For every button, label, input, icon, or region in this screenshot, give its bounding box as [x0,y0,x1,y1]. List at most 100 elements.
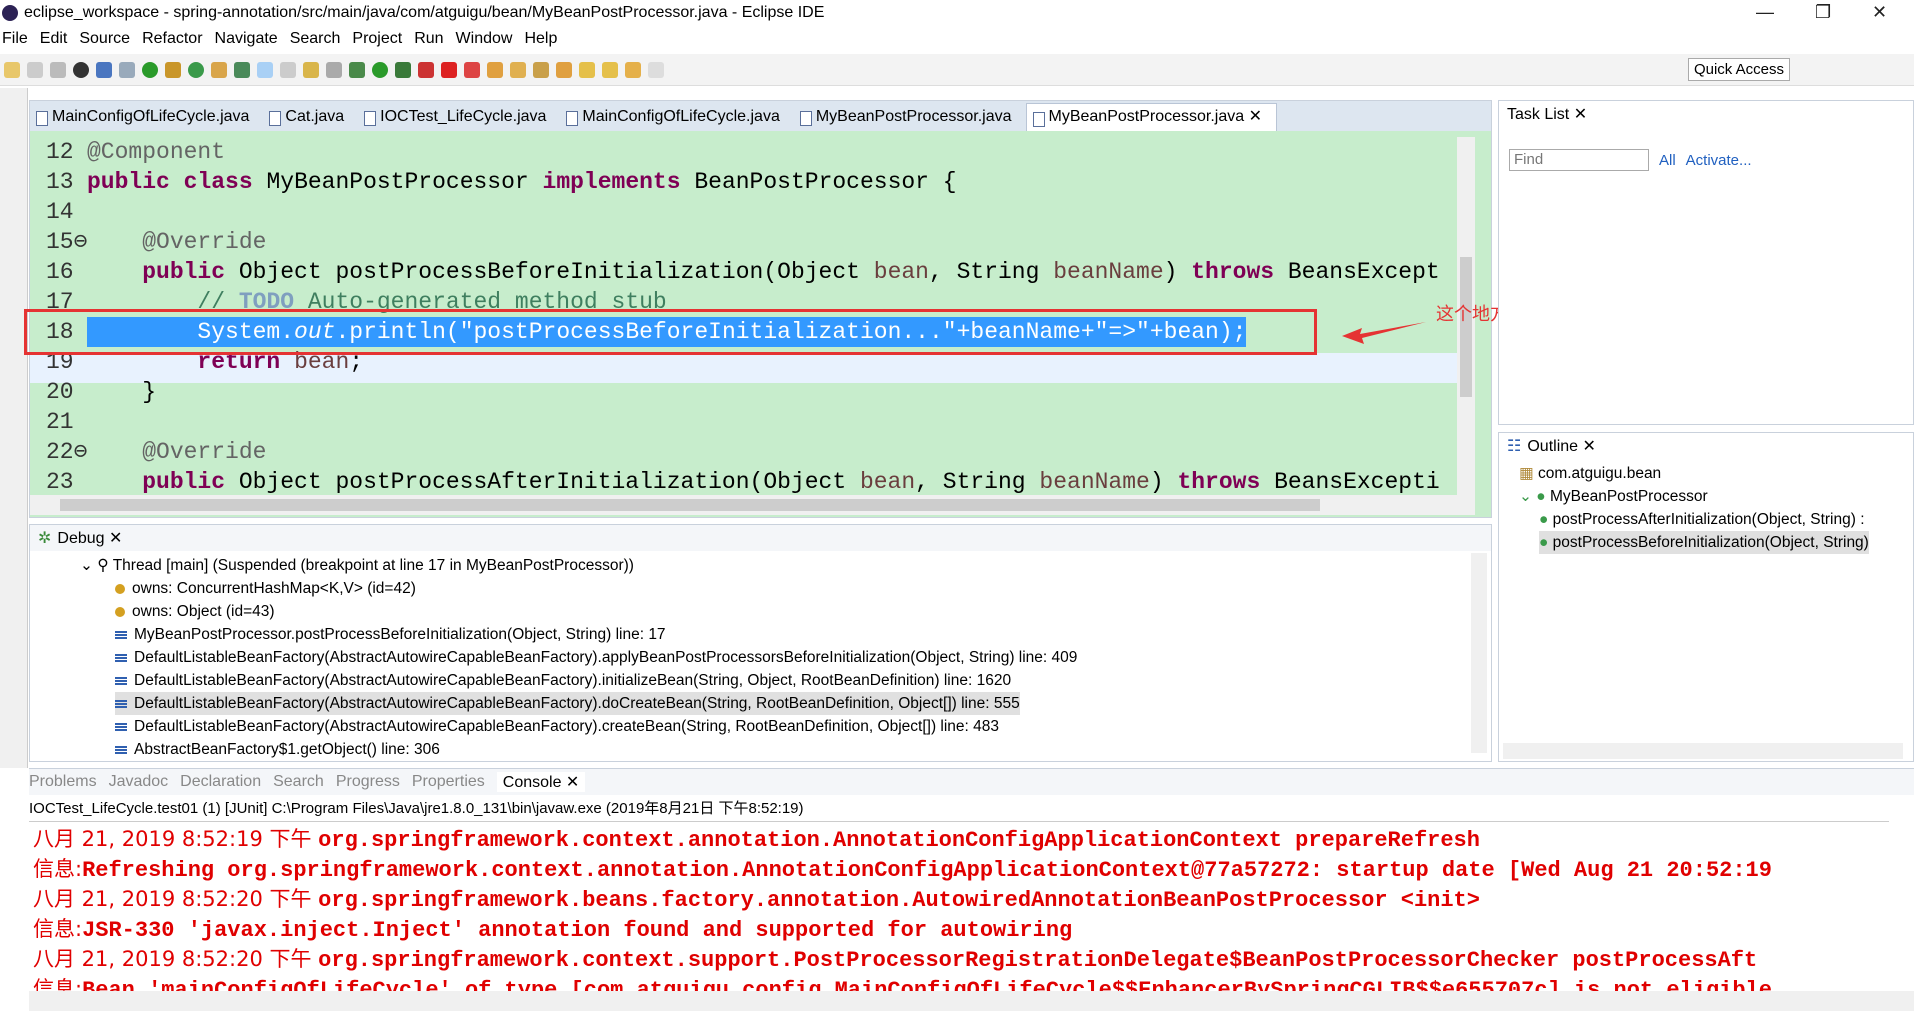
code-line[interactable]: 21 [30,407,1457,437]
quick-access-input[interactable]: Quick Access [1687,58,1790,81]
line-number[interactable]: 16 [46,257,86,287]
line-number[interactable]: 22⊖ [46,437,87,467]
outline-scrollbar[interactable] [1503,743,1903,759]
open-type-icon[interactable] [211,61,227,78]
code-text[interactable]: @Component [87,137,225,167]
code-text[interactable]: public Object postProcessAfterInitializa… [87,467,1439,497]
next-annotation-icon[interactable] [579,61,595,78]
tab-problems[interactable]: Problems [29,773,97,791]
tab-javadoc[interactable]: Javadoc [109,773,169,791]
code-text[interactable]: @Override [87,437,266,467]
editor-horizontal-scrollbar[interactable] [30,495,1475,515]
tab-ioctest[interactable]: IOCTest_LifeCycle.java [358,103,560,131]
debug-tab[interactable]: Debug ✕ [57,528,122,548]
menu-refactor[interactable]: Refactor [142,30,202,48]
tab-mainconfig[interactable]: MainConfigOfLifeCycle.java [30,103,263,131]
annotation-icon[interactable] [303,61,319,78]
menu-source[interactable]: Source [79,30,130,48]
pen-icon[interactable] [533,61,549,78]
debug-icon[interactable] [349,61,365,78]
save-icon[interactable] [27,61,43,78]
open-folder-icon[interactable] [487,61,503,78]
task-activate-link[interactable]: Activate... [1686,152,1752,169]
console-line[interactable]: 信息:JSR-330 'javax.inject.Inject' annotat… [33,914,1072,944]
line-number[interactable]: 13 [46,167,86,197]
menu-navigate[interactable]: Navigate [215,30,278,48]
save-all-icon[interactable] [50,61,66,78]
mark-occurrences-icon[interactable] [257,61,273,78]
task-list-tab[interactable]: Task List ✕ [1507,104,1587,124]
line-number[interactable]: 23 [46,467,86,497]
open-task-icon[interactable] [556,61,572,78]
tab-declaration[interactable]: Declaration [180,773,261,791]
new-icon[interactable] [4,61,20,78]
terminal-icon[interactable] [96,61,112,78]
task-all-link[interactable]: All [1659,152,1676,169]
debug-tree-item[interactable]: owns: Object (id=43) [115,600,275,623]
whitespace-icon[interactable] [326,61,342,78]
folder-icon[interactable] [510,61,526,78]
minimized-views-strip[interactable] [0,88,28,768]
skip-breakpoints-icon[interactable] [119,61,135,78]
menu-file[interactable]: File [2,30,28,48]
tab-mybeanpostprocessor[interactable]: MyBeanPostProcessor.java [794,103,1026,131]
menu-run[interactable]: Run [414,30,443,48]
search-icon[interactable] [234,61,250,78]
console-line[interactable]: 八月 21, 2019 8:52:20 下午 org.springframewo… [33,944,1757,974]
code-line[interactable]: 12 @Component [30,137,1457,167]
code-text[interactable]: public Object postProcessBeforeInitializ… [87,257,1440,287]
coverage-icon[interactable] [395,61,411,78]
refresh-icon[interactable] [188,61,204,78]
debug-tree-item[interactable]: owns: ConcurrentHashMap<K,V> (id=42) [115,577,416,600]
code-line[interactable]: 15⊖ @Override [30,227,1457,257]
expand-chevron-icon[interactable]: ⌄ [80,557,97,574]
debug-tree-item[interactable]: DefaultListableBeanFactory(AbstractAutow… [115,692,1020,715]
line-number[interactable]: 12 [46,137,86,167]
outline-item[interactable]: ● postProcessBeforeInitialization(Object… [1539,531,1869,554]
menu-window[interactable]: Window [456,30,513,48]
tab-console[interactable]: Console ✕ [496,772,586,792]
outline-item[interactable]: ▦ com.atguigu.bean [1519,462,1661,485]
line-number[interactable]: 21 [46,407,86,437]
code-line[interactable]: 23 public Object postProcessAfterInitial… [30,467,1457,497]
stop-icon[interactable] [441,61,457,78]
minimize-button[interactable]: — [1756,2,1774,23]
line-number[interactable]: 14 [46,197,86,227]
debug-tree-item[interactable]: DefaultListableBeanFactory(AbstractAutow… [115,646,1077,669]
package-icon[interactable] [165,61,181,78]
code-line[interactable]: 20 } [30,377,1457,407]
code-line[interactable]: 14 [30,197,1457,227]
close-button[interactable]: ✕ [1872,2,1887,23]
code-line[interactable]: 22⊖ @Override [30,437,1457,467]
outline-item[interactable]: ● postProcessAfterInitialization(Object,… [1539,508,1865,531]
external-tools-icon[interactable] [418,61,434,78]
menu-help[interactable]: Help [524,30,557,48]
tab-properties[interactable]: Properties [412,773,485,791]
debug-tree-item[interactable]: DefaultListableBeanFactory(AbstractAutow… [115,715,999,738]
tab-mybeanpostprocessor-active[interactable]: MyBeanPostProcessor.java ✕ [1025,103,1277,131]
task-find-input[interactable]: Find [1509,149,1649,171]
console-line[interactable]: 信息:Refreshing org.springframework.contex… [33,854,1772,884]
line-number[interactable]: 20 [46,377,86,407]
tab-progress[interactable]: Progress [336,773,400,791]
block-selection-icon[interactable] [280,61,296,78]
run-icon[interactable] [372,61,388,78]
spring-icon[interactable] [142,61,158,78]
outline-item[interactable]: ⌄ ● MyBeanPostProcessor [1519,485,1708,508]
console-line[interactable]: 信息:Bean 'mainConfigOfLifeCycle' of type … [33,974,1772,991]
tab-search[interactable]: Search [273,773,324,791]
debug-scrollbar[interactable] [1471,553,1487,753]
menu-search[interactable]: Search [290,30,341,48]
debug-tree-item[interactable]: MyBeanPostProcessor.postProcessBeforeIni… [115,623,666,646]
code-line[interactable]: 16 public Object postProcessBeforeInitia… [30,257,1457,287]
tab-mainconfig-2[interactable]: MainConfigOfLifeCycle.java [560,103,793,131]
server-icon[interactable] [464,61,480,78]
console-line[interactable]: 八月 21, 2019 8:52:20 下午 org.springframewo… [33,884,1480,914]
menu-edit[interactable]: Edit [40,30,68,48]
console-horizontal-scrollbar[interactable] [29,991,1914,1011]
debug-tree-item[interactable]: AbstractBeanFactory$1.getObject() line: … [115,738,440,761]
line-number[interactable]: 15⊖ [46,227,87,257]
back-icon[interactable] [625,61,641,78]
code-line[interactable]: 13 public class MyBeanPostProcessor imple… [30,167,1457,197]
profile-icon[interactable] [73,61,89,78]
